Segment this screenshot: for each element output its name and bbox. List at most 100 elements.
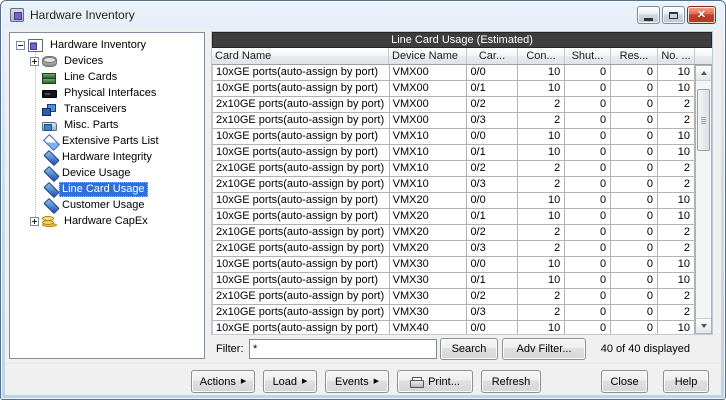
close-button[interactable]: Close xyxy=(601,370,648,393)
tree-item-device-usage[interactable]: Device Usage xyxy=(10,165,204,183)
table-row[interactable]: 2x10GE ports(auto-assign by port) VMX00 0/… xyxy=(213,113,695,129)
table-cell: 2x10GE ports(auto-assign by port) xyxy=(213,161,390,176)
table-cell: 0 xyxy=(565,225,612,240)
table-cell: 0/3 xyxy=(467,305,519,320)
load-button[interactable]: Load ▶ xyxy=(263,370,317,393)
tree-item-transceivers[interactable]: Transceivers xyxy=(10,101,204,117)
table-cell: 0/2 xyxy=(467,225,519,240)
table-row[interactable]: 2x10GE ports(auto-assign by port) VMX30 0/… xyxy=(213,289,695,305)
table-cell: 0/0 xyxy=(467,129,519,144)
tree-item-hardware-capex[interactable]: Hardware CapEx xyxy=(10,213,204,229)
table-row[interactable]: 10xGE ports(auto-assign by port) VMX00 0/0… xyxy=(213,65,695,81)
table-cell: 2 xyxy=(518,305,566,320)
table-row[interactable]: 2x10GE ports(auto-assign by port) VMX20 0/… xyxy=(213,241,695,257)
column-header-con[interactable]: Con... xyxy=(518,48,565,64)
tree-item-label: Line Cards xyxy=(64,70,118,83)
table-row[interactable]: 10xGE ports(auto-assign by port) VMX30 0/0… xyxy=(213,257,695,273)
maximize-button[interactable] xyxy=(662,6,685,24)
tree-item-label: Extensive Parts List xyxy=(62,134,159,147)
table-cell: 10 xyxy=(658,273,695,288)
table-cell: 0 xyxy=(565,65,612,80)
table-cell: 2 xyxy=(658,161,695,176)
menu-arrow-icon: ▶ xyxy=(302,378,308,385)
table-cell: 2x10GE ports(auto-assign by port) xyxy=(213,289,390,304)
scrollbar-thumb[interactable] xyxy=(697,89,710,151)
table-cell: VMX20 xyxy=(390,241,468,256)
print-button[interactable]: Print... xyxy=(397,370,473,393)
table-cell: 0 xyxy=(565,305,612,320)
table-row[interactable]: 2x10GE ports(auto-assign by port) VMX20 0/… xyxy=(213,225,695,241)
column-header-shut[interactable]: Shut... xyxy=(565,48,611,64)
tree-item-misc-parts[interactable]: Misc. Parts xyxy=(10,117,204,133)
tree-item-hardware-inventory[interactable]: Hardware Inventory xyxy=(10,37,204,53)
table-row[interactable]: 10xGE ports(auto-assign by port) VMX40 0/0… xyxy=(213,321,695,334)
table-row[interactable]: 2x10GE ports(auto-assign by port) VMX00 0/… xyxy=(213,97,695,113)
table-row[interactable]: 10xGE ports(auto-assign by port) VMX20 0/0… xyxy=(213,193,695,209)
adv-filter-button[interactable]: Adv Filter... xyxy=(502,338,586,360)
refresh-button[interactable]: Refresh xyxy=(481,370,541,393)
vertical-scrollbar[interactable] xyxy=(695,65,712,334)
column-header-res[interactable]: Res... xyxy=(611,48,658,64)
table-cell: 10 xyxy=(658,129,695,144)
table-cell: 2x10GE ports(auto-assign by port) xyxy=(213,97,390,112)
table-cell: 0 xyxy=(611,305,659,320)
table-row[interactable]: 10xGE ports(auto-assign by port) VMX20 0/1… xyxy=(213,209,695,225)
table-cell: 0/1 xyxy=(467,145,519,160)
column-header-device-name[interactable]: Device Name xyxy=(389,48,467,64)
tree-item-label: Transceivers xyxy=(64,102,127,115)
tree-item-hardware-integrity[interactable]: Hardware Integrity xyxy=(10,149,204,167)
scroll-down-button[interactable] xyxy=(696,318,711,333)
window: Hardware Inventory ✕ Hardware Inventory D… xyxy=(0,0,726,400)
table-cell: 0/3 xyxy=(467,177,519,192)
scroll-up-button[interactable] xyxy=(696,66,711,81)
column-header-no[interactable]: No. ... xyxy=(658,48,695,64)
help-button[interactable]: Help xyxy=(663,370,709,393)
tree-item-label: Devices xyxy=(64,54,104,67)
devices-icon xyxy=(42,56,57,67)
table-row[interactable]: 2x10GE ports(auto-assign by port) VMX30 0/… xyxy=(213,305,695,321)
table-cell: 0 xyxy=(565,113,612,128)
table-cell: 2 xyxy=(518,97,566,112)
tree-item-customer-usage[interactable]: Customer Usage xyxy=(10,197,204,215)
table-cell: 0 xyxy=(611,65,659,80)
table-cell: VMX00 xyxy=(390,113,468,128)
table-cell: VMX00 xyxy=(390,97,468,112)
table-cell: VMX00 xyxy=(390,65,468,80)
table-cell: 0/0 xyxy=(467,321,519,334)
table-row[interactable]: 10xGE ports(auto-assign by port) VMX10 0/0… xyxy=(213,129,695,145)
collapse-icon[interactable] xyxy=(16,40,25,50)
scrollbar-track[interactable] xyxy=(696,81,711,318)
events-button[interactable]: Events ▶ xyxy=(325,370,389,393)
tree-item-line-card-usage[interactable]: Line Card Usage xyxy=(10,181,204,199)
table-row[interactable]: 2x10GE ports(auto-assign by port) VMX10 0/… xyxy=(213,161,695,177)
tree-item-devices[interactable]: Devices xyxy=(10,53,204,69)
search-button[interactable]: Search xyxy=(440,338,498,360)
column-header-car[interactable]: Car... xyxy=(467,48,518,64)
line-cards-icon xyxy=(42,72,57,84)
expand-icon[interactable] xyxy=(30,56,39,66)
minimize-button[interactable] xyxy=(637,6,660,24)
close-button[interactable]: ✕ xyxy=(687,6,716,24)
filter-input[interactable] xyxy=(249,339,437,359)
tree-item-extensive-parts-list[interactable]: Extensive Parts List xyxy=(10,133,204,151)
column-header-card-name[interactable]: Card Name xyxy=(212,48,389,64)
table-cell: 0 xyxy=(565,145,612,160)
table-row[interactable]: 10xGE ports(auto-assign by port) VMX30 0/1… xyxy=(213,273,695,289)
coins-icon xyxy=(42,215,57,227)
interfaces-icon xyxy=(42,90,57,98)
table-row[interactable]: 10xGE ports(auto-assign by port) VMX00 0/1… xyxy=(213,81,695,97)
titlebar[interactable]: Hardware Inventory ✕ xyxy=(1,1,725,28)
table-cell: 2 xyxy=(518,241,566,256)
actions-button[interactable]: Actions ▶ xyxy=(191,370,255,393)
tree-item-line-cards[interactable]: Line Cards xyxy=(10,69,204,85)
diamond-icon xyxy=(43,149,60,167)
table-cell: 0/0 xyxy=(467,193,519,208)
tree-item-label: Customer Usage xyxy=(62,198,145,211)
client-area: Hardware Inventory Devices Line Cards Physi… xyxy=(5,29,721,395)
table-row[interactable]: 10xGE ports(auto-assign by port) VMX10 0/1… xyxy=(213,145,695,161)
table-row[interactable]: 2x10GE ports(auto-assign by port) VMX10 0/… xyxy=(213,177,695,193)
expand-icon[interactable] xyxy=(30,216,39,226)
tree-item-physical-interfaces[interactable]: Physical Interfaces xyxy=(10,85,204,101)
table-cell: 10 xyxy=(518,81,566,96)
diamond-icon xyxy=(43,181,60,199)
